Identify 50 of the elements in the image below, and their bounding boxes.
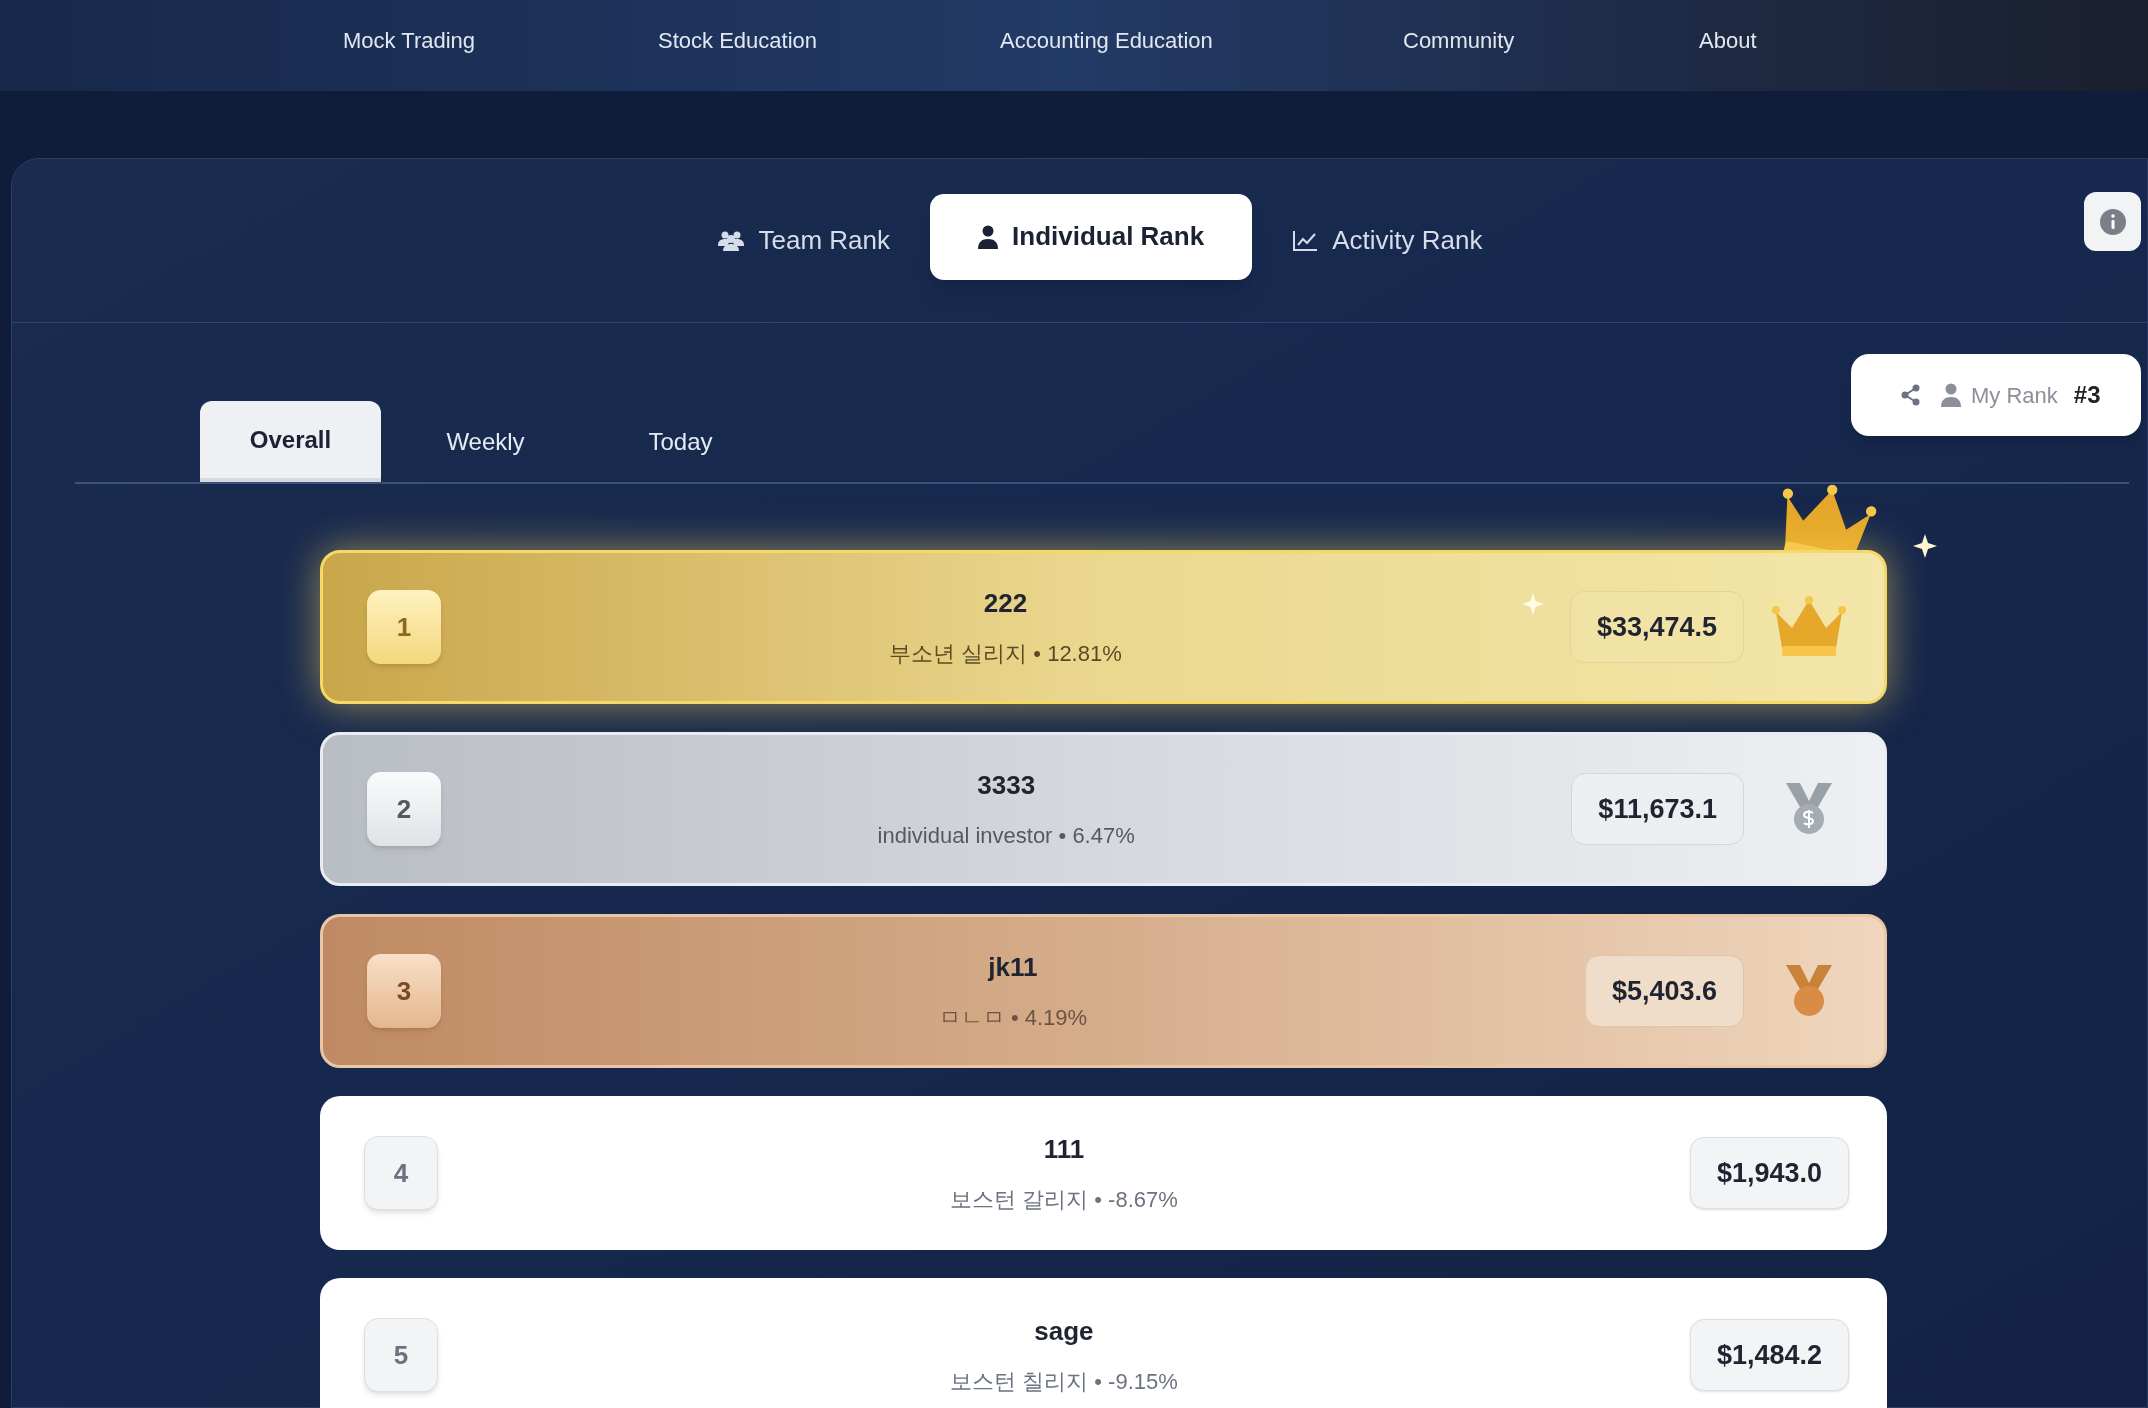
rank-number: 1 [367,590,441,664]
ranking-card[interactable]: 1 222 부소년 실리지 • 12.81% $33,474.5 [320,550,1887,704]
info-icon [2098,207,2127,236]
sparkle-icon [1522,593,1544,615]
portfolio-value: $5,403.6 [1584,955,1744,1027]
rank-number: 3 [367,954,441,1028]
rank-tab[interactable]: Individual Rank [930,193,1253,280]
rank-tab[interactable]: Team Rank [706,197,901,284]
ranking-card[interactable]: 2 3333 individual investor • 6.47% $11,673.1 [320,732,1887,886]
nav-link[interactable]: Mock Trading [343,24,476,57]
portfolio-value: $11,673.1 [1571,773,1744,845]
my-rank-label: My Rank [1941,378,2058,412]
user-name: 3333 [977,769,1036,802]
rank-number: 2 [367,772,441,846]
portfolio-value: $33,474.5 [1569,591,1744,663]
person-icon [978,224,999,249]
nav-link[interactable]: About [1699,24,1757,57]
medal-icon [1784,781,1834,837]
user-subtitle: ㅁㄴㅁ • 4.19% [938,1004,1088,1032]
ranking-card[interactable]: 5 sage 보스턴 칠리지 • -9.15% $1,484.2 [320,1278,1887,1408]
person-icon [1941,383,1961,407]
info-button[interactable] [2084,192,2141,251]
crown-icon [1772,596,1846,658]
nav-link[interactable]: Stock Education [658,24,817,57]
share-icon [1901,384,1921,406]
medal-icon [1784,963,1834,1019]
user-name: jk11 [988,951,1038,984]
period-tab[interactable]: Weekly [395,401,576,482]
nav-link[interactable]: Community [1403,24,1515,57]
line-chart-icon [1292,229,1319,252]
ranking-card[interactable]: 3 jk11 ㅁㄴㅁ • 4.19% $5,403.6 [320,914,1887,1068]
user-subtitle: 부소년 실리지 • 12.81% [889,640,1122,668]
portfolio-value: $1,484.2 [1689,1319,1849,1391]
user-name: 111 [1043,1133,1085,1166]
ranking-card[interactable]: 4 111 보스턴 갈리지 • -8.67% $1,943.0 [320,1096,1887,1250]
period-tab[interactable]: Overall [200,401,381,482]
user-name: sage [1034,1315,1094,1348]
rank-number: 5 [364,1318,438,1392]
people-icon [716,229,745,252]
user-subtitle: individual investor • 6.47% [877,822,1135,850]
rank-number: 4 [364,1136,438,1210]
portfolio-value: $1,943.0 [1689,1137,1849,1209]
rank-tab[interactable]: Activity Rank [1282,197,1493,284]
my-rank-value: #3 [2073,380,2101,410]
user-subtitle: 보스턴 갈리지 • -8.67% [950,1186,1178,1214]
period-tab[interactable]: Today [590,401,771,482]
user-name: 222 [983,587,1028,620]
user-subtitle: 보스턴 칠리지 • -9.15% [950,1368,1178,1396]
sparkle-icon [1913,534,1937,558]
nav-link[interactable]: Accounting Education [1000,24,1213,57]
